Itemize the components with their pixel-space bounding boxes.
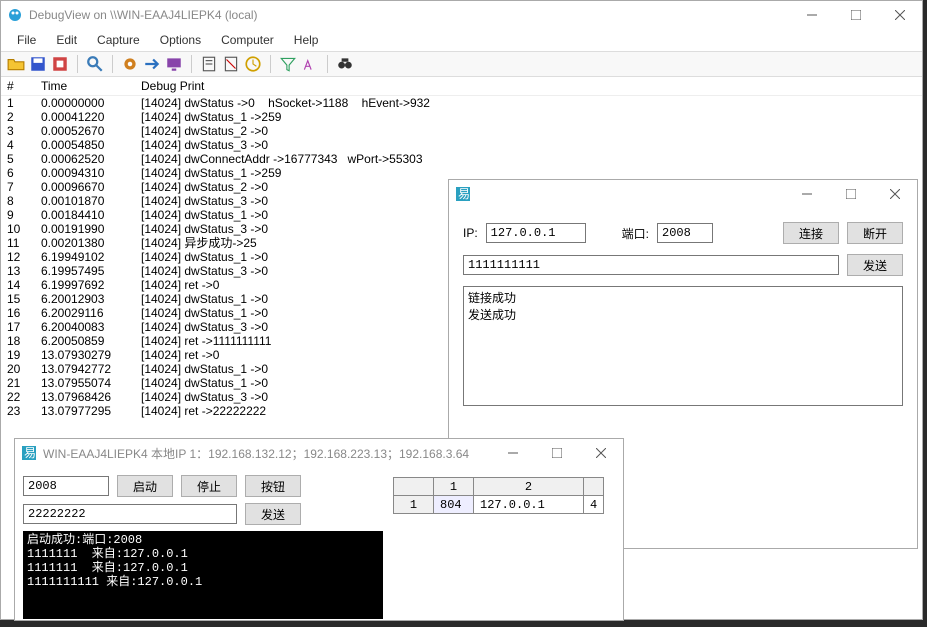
connect-button[interactable]: 连接	[783, 222, 839, 244]
menu-options[interactable]: Options	[150, 31, 211, 49]
arrow-right-icon[interactable]	[143, 55, 161, 73]
svg-text:易: 易	[458, 187, 470, 201]
cell-ip[interactable]: 127.0.0.1	[474, 496, 584, 514]
cell-id[interactable]: 804	[434, 496, 474, 514]
clear-icon[interactable]	[222, 55, 240, 73]
start-button[interactable]: 启动	[117, 475, 173, 497]
app-icon	[7, 7, 23, 23]
port-input[interactable]	[657, 223, 713, 243]
save-icon[interactable]	[29, 55, 47, 73]
highlight-icon[interactable]	[301, 55, 319, 73]
menu-file[interactable]: File	[7, 31, 46, 49]
server-console[interactable]: 启动成功:端口:2008 1111111 来自:127.0.0.1 111111…	[23, 531, 383, 619]
app-icon: 易	[455, 186, 471, 202]
menubar: File Edit Capture Options Computer Help	[1, 29, 922, 51]
th-2[interactable]: 2	[474, 478, 584, 496]
log-row[interactable]: 60.00094310[14024] dwStatus_1 ->259	[7, 166, 916, 180]
binoculars-icon[interactable]	[336, 55, 354, 73]
port-label: 端口:	[622, 225, 649, 242]
clock-icon[interactable]	[244, 55, 262, 73]
table-row[interactable]: 1 804 127.0.0.1 4	[394, 496, 604, 514]
log-row[interactable]: 20.00041220[14024] dwStatus_1 ->259	[7, 110, 916, 124]
server-titlebar[interactable]: 易 WIN-EAAJ4LIEPK4 本地IP 1：192.168.132.12；…	[15, 439, 623, 467]
log-row[interactable]: 50.00062520[14024] dwConnectAddr ->16777…	[7, 152, 916, 166]
close-button[interactable]	[579, 439, 623, 467]
maximize-button[interactable]	[829, 180, 873, 208]
window-title: DebugView on \\WIN-EAAJ4LIEPK4 (local)	[29, 8, 258, 22]
th-1[interactable]: 1	[434, 478, 474, 496]
maximize-button[interactable]	[834, 1, 878, 29]
th-blank[interactable]	[394, 478, 434, 496]
log-row[interactable]: 30.00052670[14024] dwStatus_2 ->0	[7, 124, 916, 138]
minimize-button[interactable]	[790, 1, 834, 29]
close-button[interactable]	[873, 180, 917, 208]
menu-capture[interactable]: Capture	[87, 31, 150, 49]
debugview-titlebar[interactable]: DebugView on \\WIN-EAAJ4LIEPK4 (local)	[1, 1, 922, 29]
col-time[interactable]: Time	[41, 79, 141, 93]
send-button[interactable]: 发送	[847, 254, 903, 276]
menu-computer[interactable]: Computer	[211, 31, 284, 49]
open-icon[interactable]	[7, 55, 25, 73]
ip-label: IP:	[463, 226, 478, 240]
server-message-input[interactable]	[23, 504, 237, 524]
ip-input[interactable]	[486, 223, 586, 243]
col-num[interactable]: #	[7, 79, 41, 93]
menu-help[interactable]: Help	[284, 31, 329, 49]
cell-extra[interactable]: 4	[584, 496, 604, 514]
close-button[interactable]	[878, 1, 922, 29]
svg-text:易: 易	[24, 446, 36, 460]
col-debug[interactable]: Debug Print	[141, 79, 916, 93]
log-row[interactable]: 40.00054850[14024] dwStatus_3 ->0	[7, 138, 916, 152]
row-header: 1	[394, 496, 434, 514]
gear-icon[interactable]	[121, 55, 139, 73]
find-icon[interactable]	[86, 55, 104, 73]
scroll-icon[interactable]	[200, 55, 218, 73]
server-port-input[interactable]	[23, 476, 109, 496]
server-window: 易 WIN-EAAJ4LIEPK4 本地IP 1：192.168.132.12；…	[14, 438, 624, 621]
toolbar	[1, 51, 922, 77]
disconnect-button[interactable]: 断开	[847, 222, 903, 244]
maximize-button[interactable]	[535, 439, 579, 467]
server-send-button[interactable]: 发送	[245, 503, 301, 525]
minimize-button[interactable]	[785, 180, 829, 208]
menu-edit[interactable]: Edit	[46, 31, 87, 49]
app-icon: 易	[21, 445, 37, 461]
monitor-icon[interactable]	[165, 55, 183, 73]
generic-button[interactable]: 按钮	[245, 475, 301, 497]
filter-icon[interactable]	[279, 55, 297, 73]
log-row[interactable]: 10.00000000[14024] dwStatus ->0 hSocket-…	[7, 96, 916, 110]
th-3[interactable]	[584, 478, 604, 496]
capture-icon[interactable]	[51, 55, 69, 73]
client-titlebar[interactable]: 易	[449, 180, 917, 208]
connections-table[interactable]: 1 2 1 804 127.0.0.1 4	[393, 477, 604, 514]
client-log[interactable]: 链接成功 发送成功	[463, 286, 903, 406]
stop-button[interactable]: 停止	[181, 475, 237, 497]
message-input[interactable]	[463, 255, 839, 275]
window-title: WIN-EAAJ4LIEPK4 本地IP 1：192.168.132.12；19…	[43, 445, 469, 462]
minimize-button[interactable]	[491, 439, 535, 467]
